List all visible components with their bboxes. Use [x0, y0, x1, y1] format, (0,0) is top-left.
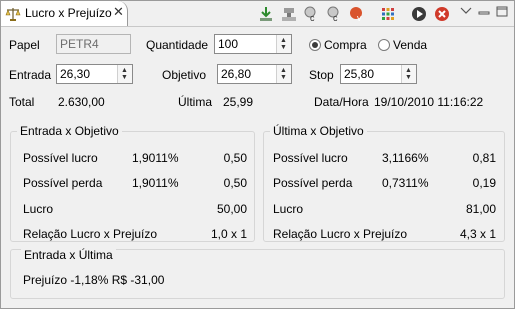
- entrada-value: 26,30: [60, 67, 91, 81]
- row-label: Lucro: [273, 202, 304, 216]
- group-title: Entrada x Última: [21, 248, 116, 262]
- prejuizo-summary: Prejuízo -1,18% R$ -31,00: [23, 273, 165, 287]
- entrada-spinner[interactable]: ▲ ▼: [117, 65, 132, 83]
- compra-radio[interactable]: [309, 39, 321, 51]
- row-value: 0,81: [472, 151, 496, 165]
- scale-icon: [5, 6, 21, 22]
- tab-bar: Lucro x Prejuízo ✕ c c v: [1, 1, 514, 27]
- group-title: Entrada x Objetivo: [17, 124, 122, 138]
- stop-field[interactable]: 25,80 ▲ ▼: [340, 64, 417, 84]
- row-pct: 1,9011%: [132, 151, 179, 165]
- objetivo-label: Objetivo: [162, 68, 207, 82]
- row-label: Possível lucro: [273, 151, 348, 165]
- total-value: 2.630,00: [58, 95, 105, 109]
- stop-spinner[interactable]: ▲ ▼: [401, 65, 416, 83]
- row-pct: 0,7311%: [382, 176, 429, 190]
- row-value: 0,50: [223, 151, 247, 165]
- group-title: Última x Objetivo: [270, 124, 367, 138]
- entrada-ultima-group: Entrada x Última Prejuízo -1,18% R$ -31,…: [10, 248, 505, 299]
- row-value: 0,19: [472, 176, 496, 190]
- row-label: Relação Lucro x Prejuízo: [23, 227, 158, 241]
- minimize-icon[interactable]: [475, 3, 493, 21]
- ultima-objetivo-group: Última x Objetivo Possível lucro 3,1166%…: [263, 124, 505, 242]
- papel-label: Papel: [9, 38, 40, 52]
- maximize-icon[interactable]: [493, 3, 511, 21]
- svg-text:c: c: [310, 13, 315, 23]
- quantidade-spinner[interactable]: ▲ ▼: [276, 35, 291, 53]
- tab-lucro-prejuizo[interactable]: Lucro x Prejuízo ✕: [1, 1, 128, 26]
- view-frame: Lucro x Prejuízo ✕ c c v Papel PETR4 Qua…: [0, 0, 515, 309]
- venda-label[interactable]: Venda: [393, 38, 427, 52]
- quantidade-field[interactable]: 100 ▲ ▼: [214, 34, 292, 54]
- main-content: Papel PETR4 Quantidade 100 ▲ ▼ Compra Ven…: [1, 27, 514, 308]
- row-pct: 3,1166%: [382, 151, 429, 165]
- stop-value: 25,80: [344, 67, 375, 81]
- row-pct: 1,9011%: [132, 176, 179, 190]
- row-value: 0,50: [223, 176, 247, 190]
- row-value: 50,00: [216, 202, 247, 216]
- papel-field: PETR4: [56, 34, 131, 54]
- entrada-label: Entrada: [9, 68, 52, 82]
- play-icon[interactable]: [410, 5, 428, 23]
- row-value: 1,0 x 1: [210, 227, 247, 241]
- objetivo-field[interactable]: 26,80 ▲ ▼: [217, 64, 292, 84]
- datahora-value: 19/10/2010 11:16:22: [374, 95, 484, 109]
- stop-icon[interactable]: [433, 5, 451, 23]
- grid-icon[interactable]: [379, 5, 397, 23]
- component-c-icon[interactable]: c: [325, 5, 343, 23]
- close-icon[interactable]: ✕: [113, 4, 124, 20]
- quantidade-value: 100: [218, 37, 239, 51]
- svg-text:c: c: [333, 13, 338, 23]
- view-menu-icon[interactable]: [457, 2, 475, 20]
- row-label: Possível perda: [273, 176, 353, 190]
- entrada-field[interactable]: 26,30 ▲ ▼: [56, 64, 133, 84]
- datahora-label: Data/Hora: [314, 95, 369, 109]
- tab-title: Lucro x Prejuízo: [25, 6, 112, 20]
- ultima-value: 25,99: [223, 95, 254, 109]
- row-label: Lucro: [23, 202, 54, 216]
- row-value: 4,3 x 1: [459, 227, 496, 241]
- row-label: Possível perda: [23, 176, 103, 190]
- objetivo-spinner[interactable]: ▲ ▼: [276, 65, 291, 83]
- total-label: Total: [9, 95, 35, 109]
- svg-text:v: v: [357, 13, 362, 23]
- venda-radio[interactable]: [378, 39, 390, 51]
- row-label: Possível lucro: [23, 151, 98, 165]
- objetivo-value: 26,80: [221, 67, 252, 81]
- stop-label: Stop: [309, 68, 334, 82]
- stamp-icon[interactable]: [280, 5, 298, 23]
- entrada-objetivo-group: Entrada x Objetivo Possível lucro 1,9011…: [10, 124, 255, 242]
- row-value: 81,00: [465, 202, 496, 216]
- row-label: Relação Lucro x Prejuízo: [273, 227, 408, 241]
- quantidade-label: Quantidade: [146, 38, 209, 52]
- red-v-icon[interactable]: v: [348, 5, 366, 23]
- ultima-label: Última: [178, 95, 213, 109]
- component-c-icon[interactable]: c: [302, 5, 320, 23]
- compra-label[interactable]: Compra: [324, 38, 367, 52]
- download-icon[interactable]: [257, 5, 275, 23]
